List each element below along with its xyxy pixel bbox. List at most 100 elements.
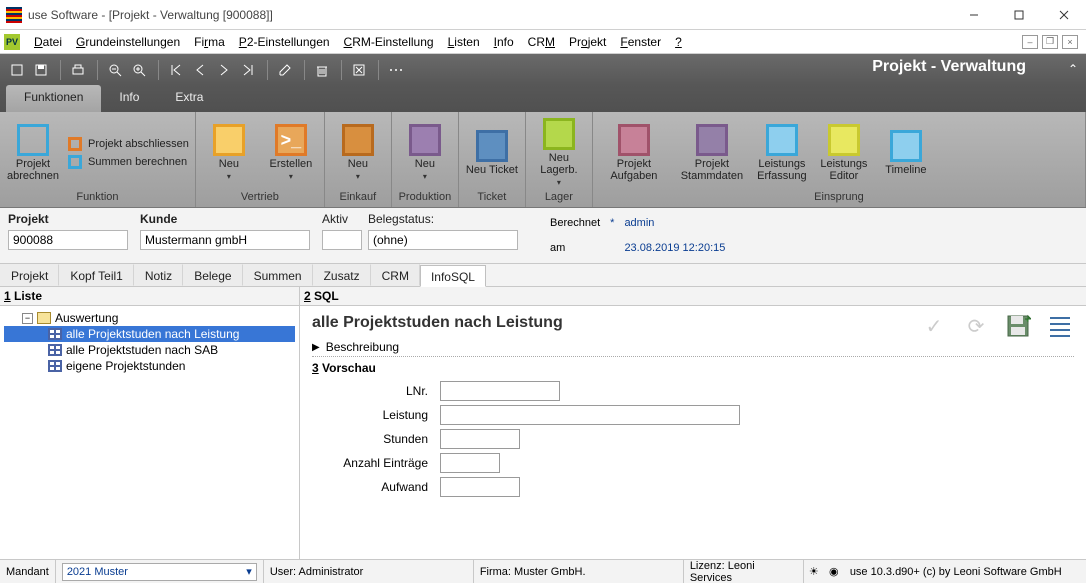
ribbon-leistungs-erfassung[interactable]: Leistungs Erfassung bbox=[753, 115, 811, 191]
tb-zoomin-icon[interactable] bbox=[128, 59, 150, 81]
square-icon bbox=[342, 124, 374, 156]
aktiv-field[interactable] bbox=[322, 230, 362, 250]
tb-last-icon[interactable] bbox=[237, 59, 259, 81]
lnr-input[interactable] bbox=[440, 381, 560, 401]
aktiv-label: Aktiv bbox=[322, 212, 356, 226]
ribbon-projekt-abschliessen[interactable]: Projekt abschliessen bbox=[68, 137, 189, 151]
chevron-down-icon: ▾ bbox=[289, 172, 293, 181]
menu-datei[interactable]: Datei bbox=[28, 33, 68, 51]
menu-crm-einstellung[interactable]: CRM-Einstellung bbox=[338, 33, 440, 51]
square-icon bbox=[17, 124, 49, 156]
ribbon-tab-info[interactable]: Info bbox=[101, 85, 157, 112]
tree-item-2[interactable]: eigene Projektstunden bbox=[4, 358, 295, 374]
ribbon-tab-funktionen[interactable]: Funktionen bbox=[6, 85, 101, 112]
ribbon-neu-einkauf[interactable]: Neu▾ bbox=[329, 115, 387, 191]
info-row: Projekt 900088 Kunde Mustermann gmbH Akt… bbox=[0, 208, 1086, 264]
beschreibung-toggle[interactable]: ▶ Beschreibung bbox=[312, 340, 1074, 357]
ribbon-projekt-aufgaben[interactable]: Projekt Aufgaben bbox=[597, 115, 671, 191]
whisper-icon[interactable]: ◉ bbox=[826, 564, 842, 580]
anzahl-label: Anzahl Einträge bbox=[312, 456, 432, 470]
sun-icon[interactable]: ☀ bbox=[806, 564, 822, 580]
leistung-input[interactable] bbox=[440, 405, 740, 425]
menu-grundeinstellungen[interactable]: Grundeinstellungen bbox=[70, 33, 186, 51]
square-icon bbox=[409, 124, 441, 156]
ribbon-tabs: Funktionen Info Extra bbox=[0, 85, 1086, 112]
aufwand-label: Aufwand bbox=[312, 480, 432, 494]
square-icon bbox=[766, 124, 798, 156]
list-icon[interactable] bbox=[1046, 312, 1074, 340]
aufwand-input[interactable] bbox=[440, 477, 520, 497]
tb-save-icon[interactable] bbox=[30, 59, 52, 81]
mdi-restore-button[interactable]: ❐ bbox=[1042, 35, 1058, 49]
mandant-combo[interactable]: 2021 Muster▾ bbox=[62, 563, 257, 581]
mdi-close-button[interactable]: × bbox=[1062, 35, 1078, 49]
sub-tab-belege[interactable]: Belege bbox=[183, 264, 242, 286]
close-button[interactable] bbox=[1041, 0, 1086, 30]
ribbon-neu-produktion[interactable]: Neu▾ bbox=[396, 115, 454, 191]
ribbon-erstellen[interactable]: >_Erstellen▾ bbox=[262, 115, 320, 191]
sub-tab-projekt[interactable]: Projekt bbox=[0, 264, 59, 286]
save-disk-icon[interactable] bbox=[1004, 312, 1032, 340]
stunden-input[interactable] bbox=[440, 429, 520, 449]
sub-tab-infosql[interactable]: InfoSQL bbox=[420, 265, 486, 287]
status-mandant-label: Mandant bbox=[0, 560, 56, 583]
menu-projekt[interactable]: Projekt bbox=[563, 33, 612, 51]
tb-cancel-icon[interactable] bbox=[348, 59, 370, 81]
sub-tab-notiz[interactable]: Notiz bbox=[134, 264, 183, 286]
ribbon-projekt-stammdaten[interactable]: Projekt Stammdaten bbox=[675, 115, 749, 191]
tb-trash-icon[interactable] bbox=[311, 59, 333, 81]
tree: − Auswertung alle Projektstuden nach Lei… bbox=[0, 306, 299, 559]
tree-root[interactable]: − Auswertung bbox=[4, 310, 295, 326]
ribbon-neu-vertrieb[interactable]: Neu▾ bbox=[200, 115, 258, 191]
status-lizenz: Lizenz: Leoni Services bbox=[684, 560, 804, 583]
ribbon-neu-lager[interactable]: Neu Lagerb.▾ bbox=[530, 115, 588, 191]
ribbon-neu-ticket[interactable]: Neu Ticket bbox=[463, 115, 521, 191]
berechnet-date: 23.08.2019 12:20:15 bbox=[624, 242, 725, 254]
sub-tab-kopf[interactable]: Kopf Teil1 bbox=[59, 264, 133, 286]
anzahl-input[interactable] bbox=[440, 453, 500, 473]
menu-help[interactable]: ? bbox=[669, 33, 688, 51]
menu-info[interactable]: Info bbox=[488, 33, 520, 51]
mdi-minimize-button[interactable]: – bbox=[1022, 35, 1038, 49]
maximize-button[interactable] bbox=[996, 0, 1041, 30]
report-icon bbox=[48, 328, 62, 340]
menu-fenster[interactable]: Fenster bbox=[614, 33, 667, 51]
belegstatus-field[interactable]: (ohne) bbox=[368, 230, 518, 250]
tb-new-icon[interactable] bbox=[6, 59, 28, 81]
ribbon-summen-berechnen[interactable]: Summen berechnen bbox=[68, 155, 189, 169]
tb-first-icon[interactable] bbox=[165, 59, 187, 81]
collapse-ribbon-icon[interactable]: ⌃ bbox=[1068, 62, 1078, 76]
berechnet-star: * bbox=[610, 217, 614, 229]
kunde-field[interactable]: Mustermann gmbH bbox=[140, 230, 310, 250]
sub-tab-crm[interactable]: CRM bbox=[371, 264, 420, 286]
right-pane: 2 SQL alle Projektstuden nach Leistung ✓… bbox=[300, 287, 1086, 559]
menu-listen[interactable]: Listen bbox=[442, 33, 486, 51]
tb-zoomout-icon[interactable] bbox=[104, 59, 126, 81]
tb-more-icon[interactable] bbox=[385, 59, 407, 81]
sub-tab-zusatz[interactable]: Zusatz bbox=[313, 264, 371, 286]
tb-next-icon[interactable] bbox=[213, 59, 235, 81]
minimize-button[interactable] bbox=[951, 0, 996, 30]
sub-tab-summen[interactable]: Summen bbox=[243, 264, 313, 286]
menu-crm[interactable]: CRM bbox=[522, 33, 561, 51]
ribbon-projekt-abrechnen[interactable]: Projekt abrechnen bbox=[4, 115, 62, 191]
refresh-icon[interactable]: ⟳ bbox=[962, 312, 990, 340]
tb-prev-icon[interactable] bbox=[189, 59, 211, 81]
tree-item-1[interactable]: alle Projektstuden nach SAB bbox=[4, 342, 295, 358]
tb-edit-icon[interactable] bbox=[274, 59, 296, 81]
folder-icon bbox=[37, 312, 51, 324]
ribbon-tab-extra[interactable]: Extra bbox=[157, 85, 221, 112]
collapse-icon[interactable]: − bbox=[22, 313, 33, 324]
menu-firma[interactable]: Firma bbox=[188, 33, 231, 51]
square-icon bbox=[476, 130, 508, 162]
tree-item-0[interactable]: alle Projektstuden nach Leistung bbox=[4, 326, 295, 342]
vorschau-header: 3 Vorschau bbox=[312, 361, 1074, 375]
menu-p2[interactable]: P2-Einstellungen bbox=[233, 33, 336, 51]
status-user: User: Administrator bbox=[264, 560, 474, 583]
ribbon-timeline[interactable]: Timeline bbox=[877, 115, 935, 191]
check-icon[interactable]: ✓ bbox=[920, 312, 948, 340]
ribbon-leistungs-editor[interactable]: Leistungs Editor bbox=[815, 115, 873, 191]
tb-print-icon[interactable] bbox=[67, 59, 89, 81]
status-firma: Firma: Muster GmbH. bbox=[474, 560, 684, 583]
projekt-field[interactable]: 900088 bbox=[8, 230, 128, 250]
